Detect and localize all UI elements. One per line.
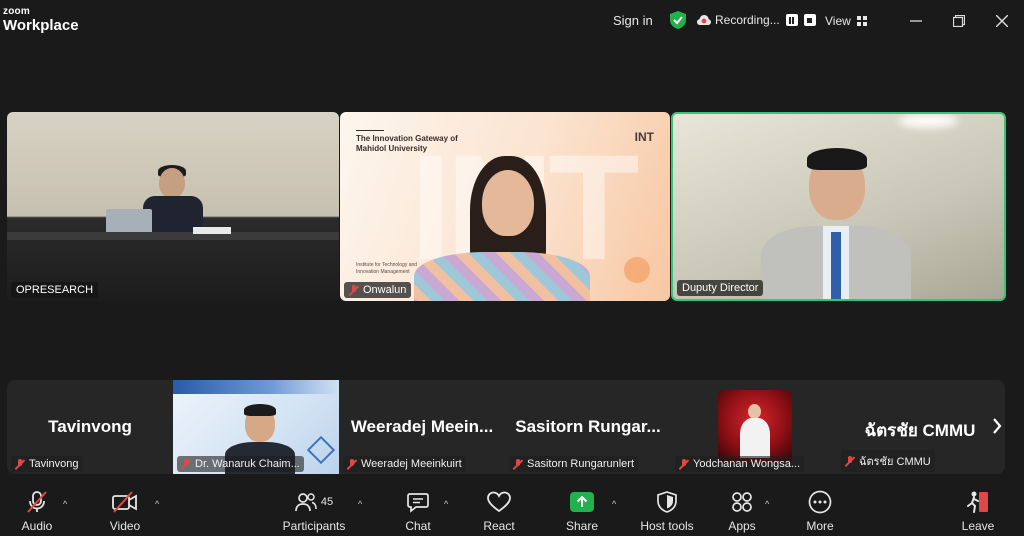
participant-name-label: Dr. Wanaruk Chaim...: [177, 456, 304, 472]
audio-button[interactable]: Audio: [18, 490, 56, 533]
more-options-icon: [808, 490, 832, 514]
microphone-muted-icon: [27, 491, 47, 513]
chat-icon: [407, 493, 429, 513]
close-icon: [996, 15, 1008, 27]
meeting-toolbar: Audio ^ Video ^ 45 Participants ^ Chat ^…: [0, 482, 1024, 536]
chat-options-caret[interactable]: ^: [444, 499, 448, 509]
gallery-tile[interactable]: Yodchanan Wongsa...: [671, 380, 837, 474]
pause-recording-button[interactable]: [785, 14, 798, 26]
gallery-tile[interactable]: Dr. Wanaruk Chaim...: [173, 380, 339, 474]
view-button[interactable]: View: [825, 14, 867, 28]
host-tools-button[interactable]: Host tools: [636, 490, 698, 533]
video-camera-off-icon: [112, 491, 137, 513]
share-button[interactable]: Share: [563, 490, 601, 533]
gallery-next-button[interactable]: [989, 418, 1005, 436]
grid-view-icon: [856, 16, 867, 26]
gallery-tile[interactable]: Weeradej Meein... Weeradej Meeinkuirt: [339, 380, 505, 474]
apps-options-caret[interactable]: ^: [765, 499, 769, 509]
shield-icon: [657, 491, 677, 513]
video-tile-onwalun[interactable]: INT The Innovation Gateway of Mahidol Un…: [340, 112, 670, 301]
stop-recording-button[interactable]: [803, 14, 816, 26]
video-options-caret[interactable]: ^: [155, 499, 159, 509]
video-tile-opresearch[interactable]: OPRESEARCH: [7, 112, 339, 301]
participants-options-caret[interactable]: ^: [358, 499, 362, 509]
close-button[interactable]: [989, 8, 1015, 34]
minimize-icon: [910, 20, 922, 22]
leave-button[interactable]: Leave: [960, 490, 996, 533]
audio-options-caret[interactable]: ^: [63, 499, 67, 509]
video-button[interactable]: Video: [106, 490, 144, 533]
participant-name-label: Onwalun: [344, 282, 412, 298]
zoom-logo: zoom Workplace: [3, 6, 79, 34]
apps-icon: [732, 492, 752, 512]
minimize-button[interactable]: [903, 8, 929, 34]
mic-muted-icon: [349, 284, 359, 296]
int-logo: INT: [634, 130, 654, 144]
participant-name-label: Duputy Director: [677, 280, 764, 296]
participant-video: [718, 390, 792, 464]
participants-button[interactable]: 45 Participants: [280, 490, 348, 533]
share-options-caret[interactable]: ^: [612, 499, 616, 509]
slide-title: The Innovation Gateway of Mahidol Univer…: [356, 130, 486, 154]
share-screen-icon: [570, 492, 594, 512]
leave-meeting-icon: [967, 491, 988, 513]
more-button[interactable]: More: [801, 490, 839, 533]
mic-muted-icon: [181, 458, 191, 470]
react-button[interactable]: React: [480, 490, 518, 533]
restore-icon: [953, 15, 965, 27]
participant-name-label: Sasitorn Rungarunlert: [509, 456, 639, 472]
title-bar: zoom Workplace Sign in Recording... View: [0, 0, 1024, 42]
sign-in-link[interactable]: Sign in: [613, 13, 653, 28]
participants-icon: [295, 493, 317, 512]
gallery-tile[interactable]: ฉัตรชัย CMMU ฉัตรชัย CMMU: [837, 380, 1003, 474]
mic-muted-icon: [845, 455, 855, 467]
apps-button[interactable]: Apps: [724, 490, 760, 533]
participant-display-name: ฉัตรชัย CMMU: [864, 421, 976, 440]
video-tile-duputy-director[interactable]: Duputy Director: [671, 112, 1006, 301]
mic-muted-icon: [347, 458, 357, 470]
participant-name-label: ฉัตรชัย CMMU: [841, 450, 935, 472]
participant-display-name: Tavinvong: [48, 417, 132, 436]
gallery-strip: Tavinvong Tavinvong Dr. Wanaruk Chaim...…: [7, 380, 1005, 474]
mic-muted-icon: [15, 458, 25, 470]
participant-name-label: Yodchanan Wongsa...: [675, 456, 805, 472]
chat-button[interactable]: Chat: [400, 490, 436, 533]
mic-muted-icon: [679, 458, 689, 470]
recording-indicator: Recording...: [697, 13, 816, 27]
restore-button[interactable]: [946, 8, 972, 34]
participants-count: 45: [320, 496, 334, 508]
mic-muted-icon: [513, 458, 523, 470]
cloud-recording-icon: [697, 15, 711, 25]
participant-display-name: Sasitorn Rungar...: [515, 417, 661, 436]
chevron-right-icon: [993, 418, 1002, 434]
gallery-tile[interactable]: Sasitorn Rungar... Sasitorn Rungarunlert: [505, 380, 671, 474]
recording-label[interactable]: Recording...: [715, 13, 780, 27]
participant-name-label: Weeradej Meeinkuirt: [343, 456, 466, 472]
heart-icon: [487, 491, 511, 513]
gallery-tile[interactable]: Tavinvong Tavinvong: [7, 380, 173, 474]
participant-display-name: Weeradej Meein...: [350, 417, 494, 436]
shield-check-icon[interactable]: [670, 11, 686, 29]
participant-name-label: Tavinvong: [11, 456, 83, 472]
participant-name-label: OPRESEARCH: [11, 282, 99, 298]
